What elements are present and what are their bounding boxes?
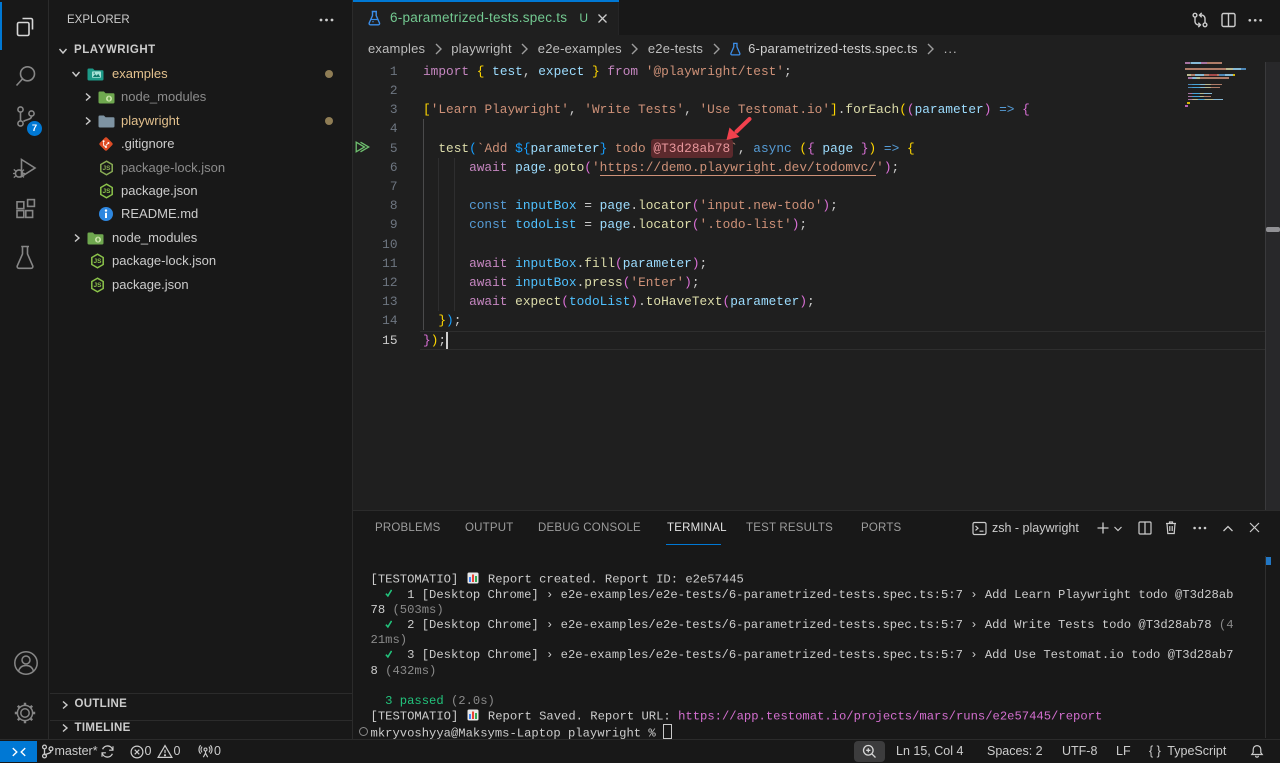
svg-text:JS: JS: [94, 258, 103, 265]
svg-text:JS: JS: [103, 188, 112, 195]
svg-text:JS: JS: [103, 165, 112, 172]
svg-text:JS: JS: [94, 282, 103, 289]
